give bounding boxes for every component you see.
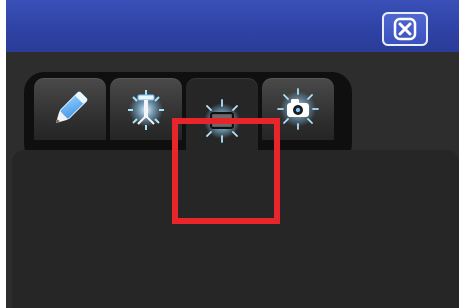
tab-light-stand[interactable] <box>110 78 182 140</box>
content-panel <box>12 150 459 308</box>
close-button[interactable] <box>382 12 428 46</box>
tab-camera[interactable] <box>262 78 334 140</box>
light-stand-icon <box>128 90 164 130</box>
camera-icon <box>277 88 319 130</box>
pencil-icon <box>55 91 88 124</box>
close-icon <box>393 17 417 41</box>
screen-icon <box>200 99 244 143</box>
app-window <box>6 0 459 308</box>
title-bar <box>6 0 459 52</box>
tab-pencil[interactable] <box>34 78 106 140</box>
